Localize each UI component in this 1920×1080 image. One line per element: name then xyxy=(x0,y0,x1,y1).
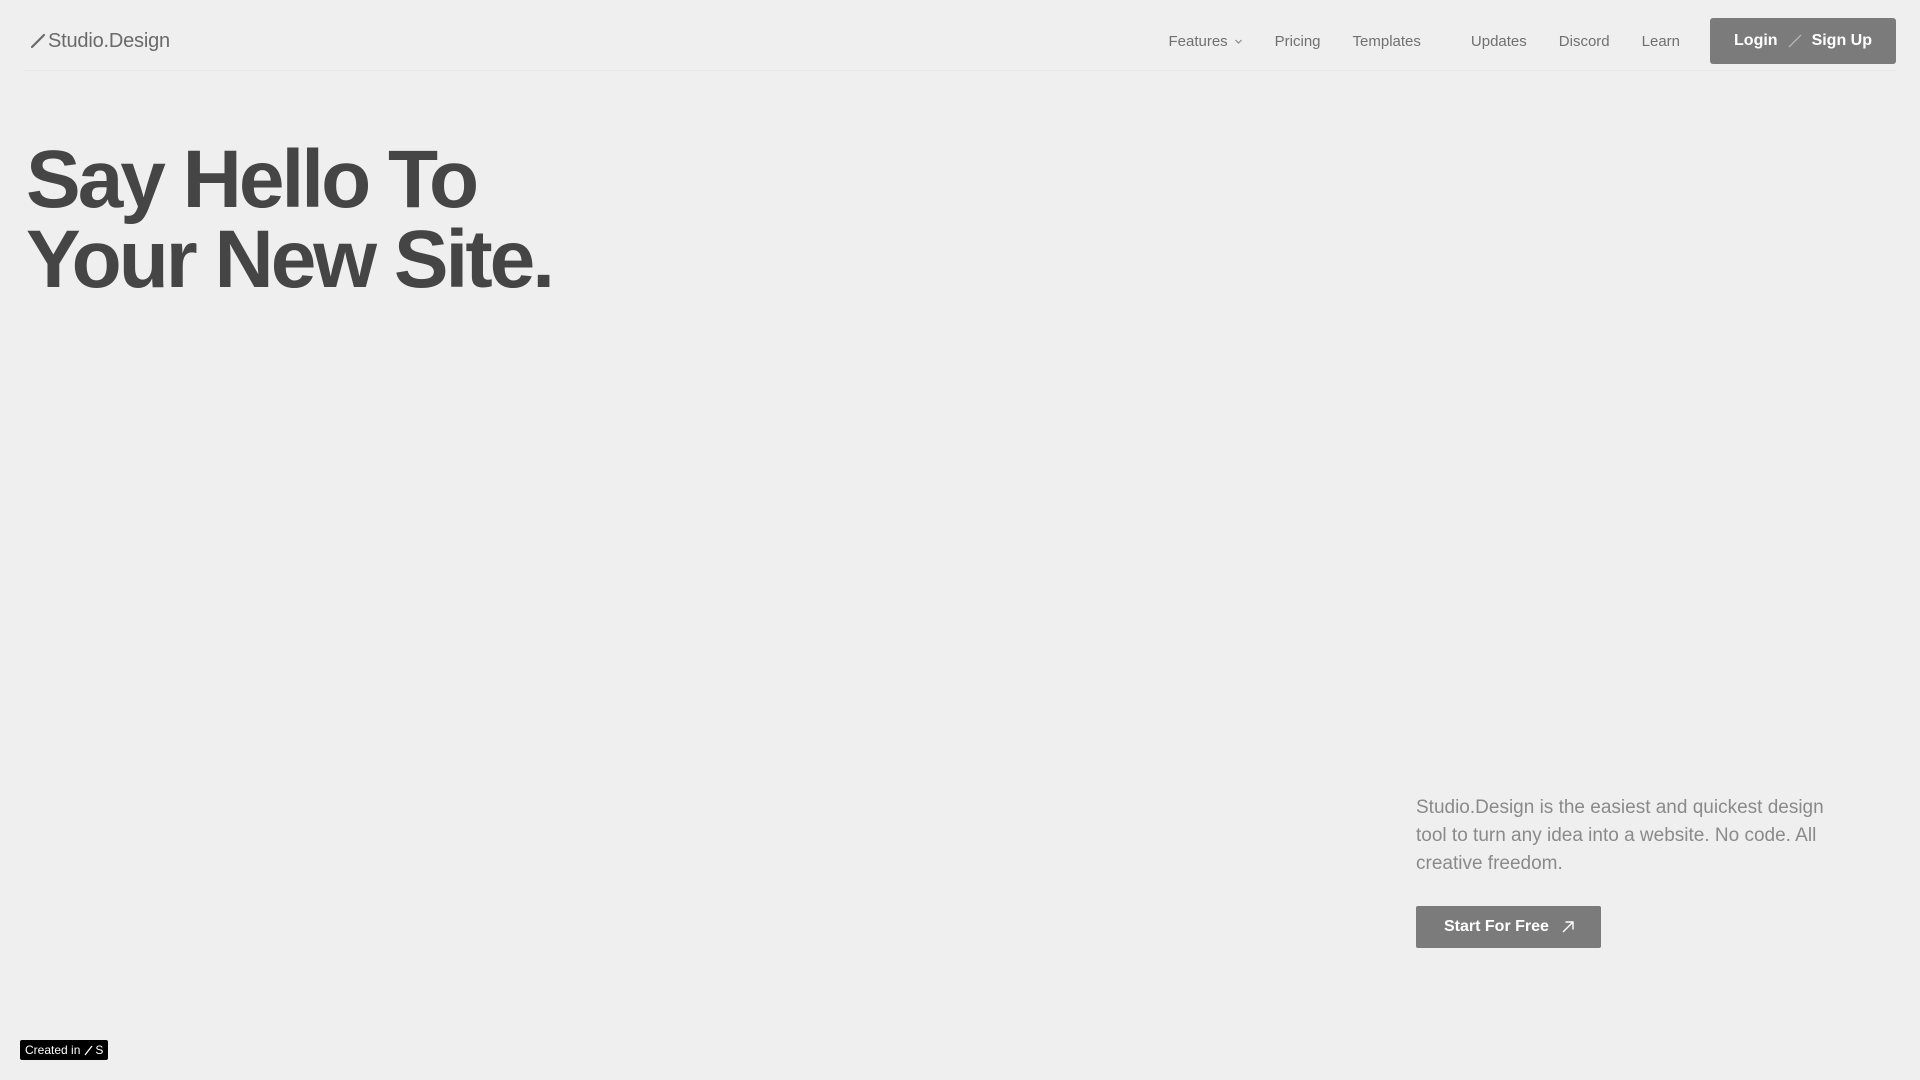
signup-label: Sign Up xyxy=(1811,32,1872,49)
nav-item-label: Updates xyxy=(1470,32,1527,50)
badge-label: Created in xyxy=(25,1043,81,1057)
site-header: Studio.Design Features Pricing Templates… xyxy=(24,12,1896,71)
landing-page: Studio.Design Features Pricing Templates… xyxy=(0,0,1920,1080)
login-label: Login xyxy=(1734,32,1778,49)
nav-item-pricing[interactable]: Pricing xyxy=(1275,33,1321,50)
arrow-up-right-icon xyxy=(1561,920,1575,934)
slash-separator-icon xyxy=(1786,32,1804,50)
nav-item-templates[interactable]: Templates xyxy=(1353,33,1421,50)
slash-mark-icon xyxy=(30,33,46,49)
nav-item-learn[interactable]: Learn xyxy=(1642,33,1680,50)
nav-item-label: Learn xyxy=(1641,32,1681,50)
hero-title: Say Hello To Your New Site. xyxy=(26,134,555,305)
nav-item-discord[interactable]: Discord xyxy=(1559,33,1610,50)
studio-logo-icon xyxy=(84,1045,93,1056)
logo-text: Studio.Design xyxy=(48,29,170,52)
nav-item-updates[interactable]: Updates xyxy=(1471,33,1527,50)
badge-logo-letter: S xyxy=(95,1043,104,1057)
hero-title-line-2: Your New Site. xyxy=(26,214,555,305)
nav-item-features[interactable]: Features xyxy=(1168,33,1242,50)
nav-item-label: Templates xyxy=(1352,32,1421,50)
created-in-studio-badge[interactable]: Created in S xyxy=(20,1040,109,1060)
login-signup-button[interactable]: Login Sign Up xyxy=(1710,18,1896,64)
hero-description: Studio.Design is the easiest and quickes… xyxy=(1416,797,1824,874)
hero-title-line-1: Say Hello To xyxy=(26,134,479,225)
cta-label: Start For Free xyxy=(1444,918,1549,935)
nav-item-label: Pricing xyxy=(1274,32,1321,50)
site-logo[interactable]: Studio.Design xyxy=(24,30,170,53)
start-for-free-button[interactable]: Start For Free xyxy=(1416,906,1601,948)
main-nav: Features Pricing Templates Updates Disco… xyxy=(1168,12,1896,70)
nav-item-label: Features xyxy=(1168,32,1228,50)
nav-item-label: Discord xyxy=(1558,32,1610,50)
chevron-down-icon xyxy=(1234,37,1243,46)
